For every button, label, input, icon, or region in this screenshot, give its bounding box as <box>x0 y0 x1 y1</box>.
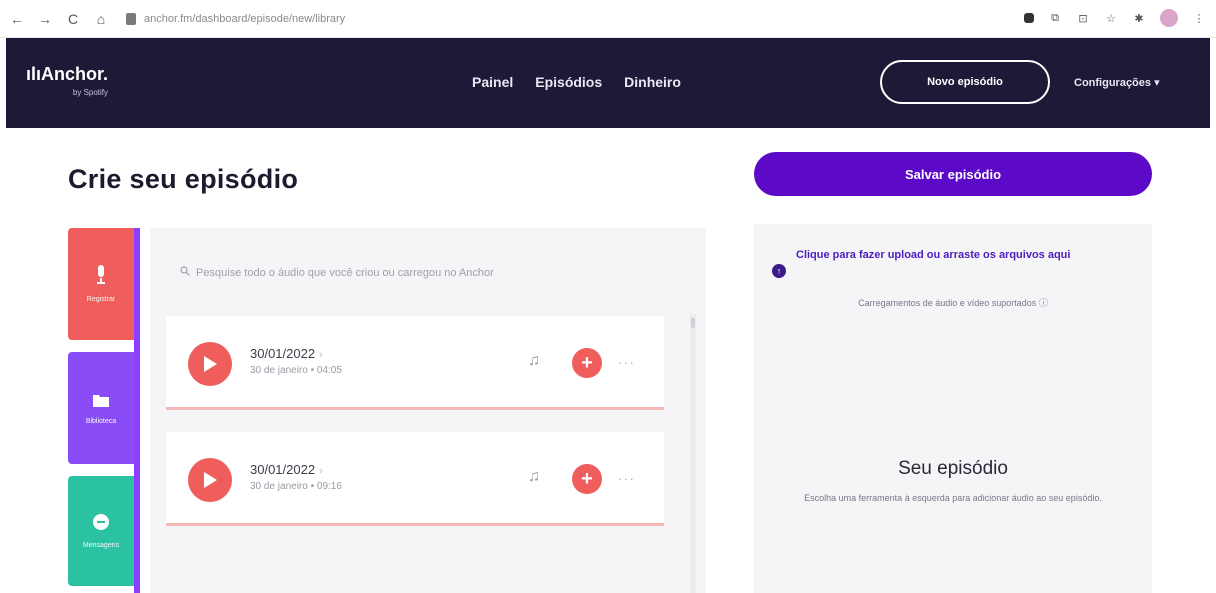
play-icon <box>204 356 217 372</box>
new-episode-button[interactable]: Novo episódio <box>880 60 1050 104</box>
library-panel: Pesquise todo o áudio que você criou ou … <box>150 228 706 593</box>
list-item[interactable]: 30/01/2022 › 30 de janeiro • 09:16 ♫ + ··… <box>166 432 664 526</box>
upload-link[interactable]: Clique para fazer upload ou arraste os a… <box>796 246 1070 278</box>
add-to-episode-button[interactable]: + <box>572 348 602 378</box>
url-text: anchor.fm/dashboard/episode/new/library <box>144 12 346 25</box>
nav-dashboard[interactable]: Painel <box>472 74 513 90</box>
browser-toolbar: ← → C ⌂ anchor.fm/dashboard/episode/new/… <box>0 0 1216 38</box>
active-tool-accent <box>134 228 140 593</box>
help-icon[interactable]: ⓘ <box>1039 298 1048 308</box>
episode-panel: ↑ Clique para fazer upload ou arraste os… <box>754 224 1152 593</box>
translate-icon[interactable]: ⧉ <box>1048 11 1062 25</box>
audio-meta: 30 de janeiro • 09:16 <box>250 481 342 492</box>
extension-icon[interactable] <box>1024 13 1034 23</box>
tool-record[interactable]: Registrar <box>68 228 134 340</box>
more-options-icon[interactable]: ··· <box>618 354 635 370</box>
settings-menu[interactable]: Configurações ▾ <box>1074 76 1160 89</box>
lock-icon <box>126 12 136 25</box>
audio-title: 30/01/2022 › <box>250 462 323 477</box>
save-episode-button[interactable]: Salvar episódio <box>754 152 1152 196</box>
library-search[interactable]: Pesquise todo o áudio que você criou ou … <box>180 266 494 279</box>
nav-money[interactable]: Dinheiro <box>624 74 681 90</box>
play-button[interactable] <box>188 342 232 386</box>
music-note-icon[interactable]: ♫ <box>528 468 540 486</box>
tool-library[interactable]: Biblioteca <box>68 352 134 464</box>
upload-icon: ↑ <box>772 264 786 278</box>
music-note-icon[interactable]: ♫ <box>528 352 540 370</box>
share-icon[interactable]: ⊡ <box>1076 11 1090 25</box>
episode-description: Escolha uma ferramenta à esquerda para a… <box>804 493 1102 503</box>
audio-meta: 30 de janeiro • 04:05 <box>250 365 342 376</box>
scrollbar-thumb[interactable] <box>691 318 695 328</box>
back-icon[interactable]: ← <box>6 8 28 30</box>
home-icon[interactable]: ⌂ <box>90 8 112 30</box>
message-icon <box>92 513 110 534</box>
kebab-menu-icon[interactable]: ⋮ <box>1192 11 1206 25</box>
browser-extensions: ⧉ ⊡ ☆ ✱ ⋮ <box>1024 9 1206 27</box>
supported-formats: Carregamentos de áudio e vídeo suportado… <box>858 298 1048 308</box>
list-item[interactable]: 30/01/2022 › 30 de janeiro • 04:05 ♫ + ··… <box>166 316 664 410</box>
more-options-icon[interactable]: ··· <box>618 470 635 486</box>
tool-messages[interactable]: Mensagens <box>68 476 134 586</box>
upload-dropzone[interactable]: ↑ Clique para fazer upload ou arraste os… <box>772 246 1140 278</box>
search-icon <box>180 266 190 279</box>
logo-text: ılıAnchor. <box>26 64 109 84</box>
tool-library-label: Biblioteca <box>85 417 117 425</box>
address-bar[interactable]: anchor.fm/dashboard/episode/new/library <box>126 12 346 25</box>
scrollbar[interactable] <box>690 314 696 593</box>
folder-icon <box>93 392 109 410</box>
tool-strip: Registrar Biblioteca Mensagens <box>68 228 140 593</box>
episode-title: Seu episódio <box>898 458 1008 479</box>
app-header: ılıAnchor. by Spotify Painel Episódios D… <box>6 38 1210 128</box>
play-button[interactable] <box>188 458 232 502</box>
bookmark-star-icon[interactable]: ☆ <box>1104 11 1118 25</box>
reload-icon[interactable]: C <box>62 8 84 30</box>
microphone-icon <box>94 265 108 288</box>
forward-icon[interactable]: → <box>34 8 56 30</box>
puzzle-icon[interactable]: ✱ <box>1132 11 1146 25</box>
page-title: Crie seu episódio <box>68 164 299 194</box>
add-to-episode-button[interactable]: + <box>572 464 602 494</box>
main-nav: Painel Episódios Dinheiro <box>472 74 681 90</box>
play-icon <box>204 472 217 488</box>
tool-messages-label: Mensagens <box>82 542 120 549</box>
tool-record-label: Registrar <box>86 296 116 303</box>
anchor-logo[interactable]: ılıAnchor. by Spotify <box>26 64 109 97</box>
chevron-right-icon: › <box>319 465 323 477</box>
logo-subtitle: by Spotify <box>72 88 109 97</box>
search-input[interactable]: Pesquise todo o áudio que você criou ou … <box>196 267 494 279</box>
chevron-right-icon: › <box>319 349 323 361</box>
nav-episodes[interactable]: Episódios <box>535 74 602 90</box>
profile-avatar[interactable] <box>1160 9 1178 27</box>
audio-title: 30/01/2022 › <box>250 346 323 361</box>
